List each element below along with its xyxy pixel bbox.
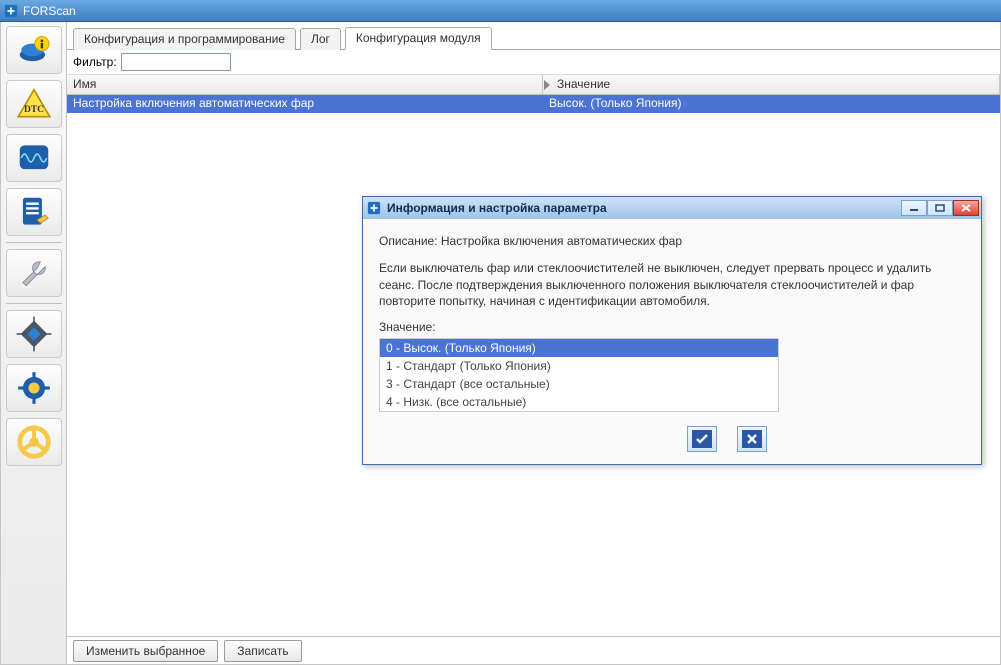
write-label: Записать [237,644,288,658]
tab-log[interactable]: Лог [300,28,341,50]
value-option-label: 3 - Стандарт (все остальные) [386,377,550,391]
dialog-title-bar[interactable]: Информация и настройка параметра [363,197,981,219]
dialog-actions [547,426,947,452]
window-title: FORScan [23,4,76,18]
dialog-window-controls [901,200,981,216]
dialog-title: Информация и настройка параметра [387,201,607,215]
description-text: Настройка включения автоматических фар [441,234,682,248]
value-option[interactable]: 1 - Стандарт (Только Япония) [380,357,778,375]
window-title-bar: FORScan [0,0,1001,22]
dialog-cancel-button[interactable] [737,426,767,452]
filter-row: Фильтр: [67,50,1000,75]
sidebar-btn-wrench[interactable] [6,249,62,297]
sidebar-btn-dtc[interactable]: DTC [6,80,62,128]
value-label: Значение: [379,320,965,334]
tab-config-programming[interactable]: Конфигурация и программирование [73,28,296,50]
column-name[interactable]: Имя [67,75,543,94]
close-icon [742,430,762,448]
dialog-ok-button[interactable] [687,426,717,452]
column-value-label: Значение [557,77,610,91]
value-option-label: 4 - Низк. (все остальные) [386,395,526,409]
dialog-body-text: Если выключатель фар или стеклоочистител… [379,260,965,310]
column-name-label: Имя [73,77,96,91]
sidebar-separator-2 [6,303,62,304]
sidebar: DTC ? [1,22,67,664]
table-header: Имя Значение [67,75,1000,95]
table-row[interactable]: Настройка включения автоматических фар В… [67,95,1000,113]
edit-selected-label: Изменить выбранное [86,644,205,658]
value-option-label: 0 - Высок. (Только Япония) [386,341,536,355]
value-option[interactable]: 4 - Низк. (все остальные) [380,393,778,411]
sidebar-btn-steering[interactable]: ? [6,418,62,466]
cell-value: Высок. (Только Япония) [543,95,1000,113]
edit-selected-button[interactable]: Изменить выбранное [73,640,218,662]
dialog-icon [367,201,381,215]
description-label: Описание: [379,234,438,248]
check-icon [692,430,712,448]
tabs-bar: Конфигурация и программирование Лог Конф… [67,22,1000,50]
sidebar-separator [6,242,62,243]
value-list[interactable]: 0 - Высок. (Только Япония) 1 - Стандарт … [379,338,779,412]
app-icon [4,4,18,18]
tab-label: Лог [311,32,330,46]
filter-label: Фильтр: [73,55,117,69]
sidebar-btn-gear[interactable] [6,364,62,412]
tab-module-config[interactable]: Конфигурация модуля [345,27,492,50]
dialog-close-button[interactable] [953,200,979,216]
value-option[interactable]: 0 - Высок. (Только Япония) [380,339,778,357]
cell-name: Настройка включения автоматических фар [67,95,543,113]
sidebar-btn-chip[interactable] [6,310,62,358]
filter-input[interactable] [121,53,231,71]
parameter-dialog: Информация и настройка параметра Описани… [362,196,982,465]
value-option[interactable]: 3 - Стандарт (все остальные) [380,375,778,393]
sidebar-btn-oscilloscope[interactable] [6,134,62,182]
tab-label: Конфигурация и программирование [84,32,285,46]
svg-text:DTC: DTC [23,105,43,115]
sidebar-btn-checklist[interactable] [6,188,62,236]
dialog-description: Описание: Настройка включения автоматиче… [379,233,965,250]
column-value[interactable]: Значение [551,75,1000,94]
bottom-bar: Изменить выбранное Записать [67,636,1000,664]
value-option-label: 1 - Стандарт (Только Япония) [386,359,551,373]
dialog-minimize-button[interactable] [901,200,927,216]
column-resize-handle[interactable] [543,75,551,94]
tab-label: Конфигурация модуля [356,31,481,45]
sidebar-btn-vehicle-info[interactable] [6,26,62,74]
dialog-maximize-button[interactable] [927,200,953,216]
write-button[interactable]: Записать [224,640,301,662]
dialog-body: Описание: Настройка включения автоматиче… [363,219,981,464]
